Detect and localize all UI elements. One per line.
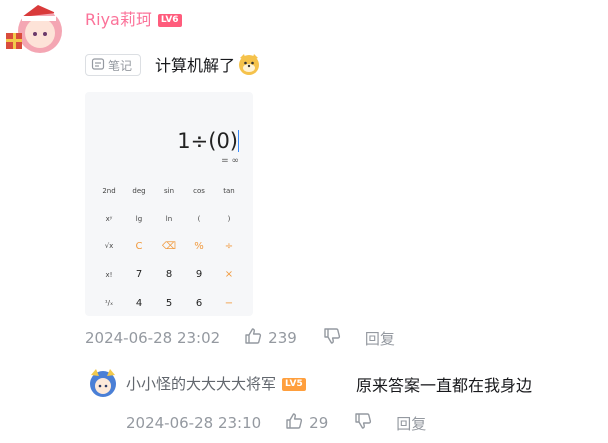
like-count: 29	[309, 414, 329, 432]
calc-key-8: 8	[165, 269, 173, 280]
calc-key-2nd: 2nd	[102, 187, 116, 195]
calc-key-4: 4	[135, 298, 143, 309]
doge-emote-icon	[237, 52, 261, 76]
calc-key-clear: C	[135, 241, 143, 252]
text-cursor	[238, 130, 239, 152]
comment-text: 计算机解了	[155, 52, 261, 76]
calc-expression-text: 1÷(0)	[177, 129, 238, 153]
thumbs-down-icon[interactable]	[323, 327, 341, 349]
calc-key-ln: ln	[165, 215, 173, 223]
calc-key-minus: −	[224, 298, 234, 309]
calc-key-deg: deg	[132, 187, 146, 195]
calc-key-percent: %	[194, 241, 204, 252]
calc-key-9: 9	[195, 269, 203, 280]
calc-key-5: 5	[165, 298, 173, 309]
comment-meta: 2024-06-28 23:02 239 回复	[85, 327, 395, 349]
note-tag[interactable]: 笔记	[85, 54, 141, 76]
thumbs-up-icon[interactable]	[285, 412, 303, 434]
calc-key-open-paren: (	[197, 215, 201, 223]
calc-key-lg: lg	[135, 215, 143, 223]
calc-key-cos: cos	[193, 187, 205, 195]
calc-key-sqrt: √x	[104, 242, 114, 250]
thumbs-down-icon[interactable]	[354, 412, 372, 434]
note-tag-label: 笔记	[108, 58, 133, 73]
reply-button[interactable]: 回复	[365, 328, 395, 349]
reply-avatar[interactable]	[88, 367, 118, 399]
calc-expression: 1÷(0)	[177, 129, 239, 153]
reply-username-text[interactable]: 小小怪的大大大大将军	[126, 375, 276, 393]
calc-key-tan: tan	[223, 187, 235, 195]
calc-key-reciprocal: ¹/ₓ	[104, 299, 114, 307]
calc-key-backspace: ⌫	[161, 241, 177, 252]
reply-button[interactable]: 回复	[396, 413, 426, 434]
like-button[interactable]: 29	[285, 412, 328, 434]
comment-text-body: 计算机解了	[155, 56, 236, 75]
username-text[interactable]: Riya莉珂	[85, 10, 152, 29]
reply-username[interactable]: 小小怪的大大大大将军 LV5	[126, 373, 306, 394]
like-button[interactable]: 239	[244, 327, 297, 349]
note-icon	[91, 57, 105, 74]
calc-key-7: 7	[135, 269, 143, 280]
like-count: 239	[268, 329, 297, 347]
calc-key-6: 6	[195, 298, 203, 309]
thumbs-up-icon[interactable]	[244, 327, 262, 349]
level-badge: LV6	[157, 14, 182, 27]
dislike-button[interactable]	[354, 412, 372, 434]
calc-result: = ∞	[221, 156, 239, 166]
calc-key-multiply: ×	[224, 269, 234, 280]
calc-key-divide: ÷	[224, 241, 234, 252]
calc-key-factorial: x!	[105, 271, 113, 279]
calc-key-sin: sin	[163, 187, 175, 195]
comment-image-calculator[interactable]: 1÷(0) = ∞ 2nd deg sin cos tan xʸ lg ln (…	[85, 92, 253, 316]
dislike-button[interactable]	[323, 327, 341, 349]
comment-time: 2024-06-28 23:02	[85, 329, 221, 347]
calc-key-close-paren: )	[227, 215, 231, 223]
reply-meta: 2024-06-28 23:10 29 回复	[126, 412, 426, 434]
user-avatar[interactable]	[2, 3, 72, 55]
comment-username[interactable]: Riya莉珂 LV6	[85, 6, 182, 30]
reply-time: 2024-06-28 23:10	[126, 414, 262, 432]
reply-text: 原来答案一直都在我身边	[356, 376, 533, 395]
level-badge: LV5	[282, 378, 306, 391]
calc-key-power: xʸ	[105, 215, 113, 223]
